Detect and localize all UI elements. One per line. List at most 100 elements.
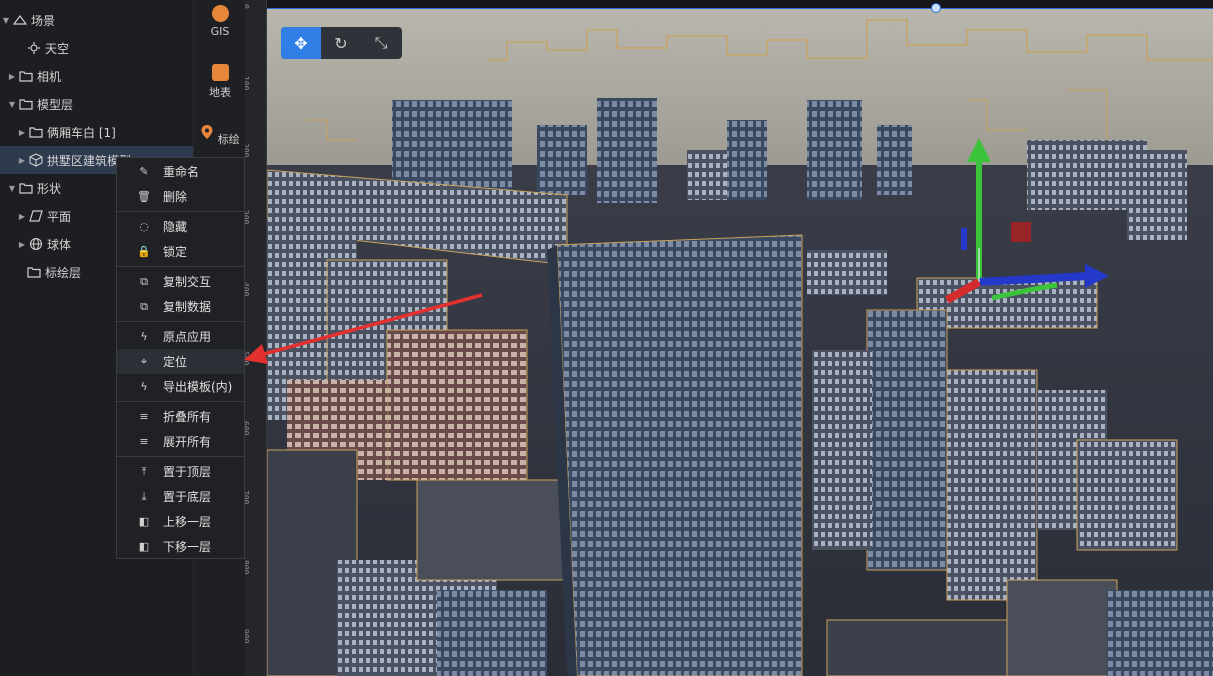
menu-item-delete[interactable]: 🗑 删除 (117, 184, 244, 209)
tree-item-label: 场景 (31, 13, 56, 28)
scene-icon (12, 12, 28, 28)
gis-tool-button[interactable]: GIS (194, 5, 246, 38)
caret-right-icon[interactable]: ▶ (6, 72, 18, 81)
plane-icon (28, 208, 44, 224)
plot-tool-button[interactable]: 标绘 (194, 124, 246, 147)
menu-item-move-down[interactable]: ◧ 下移一层 (117, 534, 244, 559)
caret-down-icon[interactable]: ▼ (0, 16, 12, 25)
tree-item-sky[interactable]: 天空 (0, 34, 193, 62)
tree-item-label: 球体 (47, 237, 72, 252)
menu-divider (117, 321, 244, 322)
caret-down-icon[interactable]: ▼ (6, 184, 18, 193)
folder-icon (18, 180, 34, 196)
tree-item-car-model[interactable]: ▶ 俩厢车白 [1] (0, 118, 193, 146)
menu-item-label: 重命名 (163, 165, 200, 179)
menu-item-rename[interactable]: ✎ 重命名 (117, 159, 244, 184)
vertical-ruler: 0 100 200 300 400 500 600 700 800 900 (245, 0, 267, 676)
menu-item-export-template[interactable]: ϟ 导出模板(内) (117, 374, 244, 399)
menu-divider (117, 211, 244, 212)
menu-item-label: 复制交互 (163, 275, 212, 289)
tree-item-label: 形状 (37, 181, 62, 196)
menu-item-label: 原点应用 (163, 330, 212, 344)
menu-item-lock[interactable]: 🔒 锁定 (117, 239, 244, 264)
plot-tool-label: 标绘 (217, 133, 240, 146)
menu-item-label: 隐藏 (163, 220, 188, 234)
layer-down-icon: ◧ (138, 540, 150, 553)
tree-item-label: 模型层 (37, 97, 74, 112)
menu-item-label: 上移一层 (163, 515, 212, 529)
lock-icon: 🔒 (137, 245, 151, 258)
tree-item-camera[interactable]: ▶ 相机 (0, 62, 193, 90)
tree-item-label: 平面 (47, 209, 72, 224)
ruler-handle[interactable] (931, 3, 941, 13)
menu-item-bring-to-top[interactable]: ⤒ 置于顶层 (117, 459, 244, 484)
menu-divider (117, 266, 244, 267)
menu-item-label: 删除 (163, 190, 188, 204)
bolt-icon: ϟ (140, 380, 148, 393)
menu-item-hide[interactable]: ◌ 隐藏 (117, 214, 244, 239)
menu-item-label: 定位 (163, 355, 188, 369)
tree-item-scene[interactable]: ▼ 场景 (0, 6, 193, 34)
tree-item-label: 相机 (37, 69, 62, 84)
trash-icon: 🗑 (137, 190, 151, 203)
caret-right-icon[interactable]: ▶ (16, 212, 28, 221)
menu-divider (117, 401, 244, 402)
cube-icon (28, 152, 44, 168)
menu-item-send-to-bottom[interactable]: ⤓ 置于底层 (117, 484, 244, 509)
edit-icon: ✎ (139, 165, 149, 178)
copy-icon: ⧉ (140, 299, 148, 313)
sky-icon (26, 40, 42, 56)
location-pin-icon: ⌖ (140, 354, 148, 368)
viewport-top-ruler (267, 0, 1213, 13)
arrow-bottom-icon: ⤓ (141, 489, 147, 503)
surface-tool-label: 地表 (209, 86, 231, 99)
transform-toolbar: ✥ ↻ ⤡ (281, 27, 402, 59)
tree-item-label: 天空 (45, 41, 70, 56)
menu-item-label: 置于底层 (163, 490, 212, 504)
gis-tool-label: GIS (210, 25, 230, 38)
folder-icon (28, 124, 44, 140)
city-scene (267, 9, 1213, 676)
gis-globe-icon (211, 5, 229, 22)
scale-icon: ⤡ (374, 33, 388, 52)
arrow-top-icon: ⤒ (141, 464, 147, 478)
move-icon: ✥ (294, 33, 308, 53)
menu-item-collapse-all[interactable]: ≡ 折叠所有 (117, 404, 244, 429)
menu-item-apply-origin[interactable]: ϟ 原点应用 (117, 324, 244, 349)
caret-right-icon[interactable]: ▶ (16, 128, 28, 137)
3d-viewport[interactable]: ✥ ↻ ⤡ (267, 0, 1213, 676)
menu-divider (117, 456, 244, 457)
list-icon: ≡ (139, 435, 149, 448)
menu-item-copy-interaction[interactable]: ⧉ 复制交互 (117, 269, 244, 294)
copy-icon: ⧉ (140, 274, 148, 288)
tree-item-label: 俩厢车白 [1] (47, 125, 116, 140)
layer-up-icon: ◧ (138, 515, 150, 528)
caret-down-icon[interactable]: ▼ (6, 100, 18, 109)
folder-icon (18, 96, 34, 112)
globe-icon (28, 236, 44, 252)
context-menu: ✎ 重命名 🗑 删除 ◌ 隐藏 🔒 锁定 ⧉ 复制交互 ⧉ 复制数据 ϟ 原点应用 ⌖ 定位 ϟ… (116, 157, 245, 559)
surface-tool-button[interactable]: 地表 (194, 64, 246, 100)
menu-item-label: 复制数据 (163, 300, 212, 314)
menu-item-label: 下移一层 (163, 540, 212, 554)
menu-item-label: 折叠所有 (163, 410, 212, 424)
rotate-tool-button[interactable]: ↻ (321, 27, 361, 59)
folder-icon (18, 68, 34, 84)
map-pin-icon (201, 125, 213, 139)
scale-tool-button[interactable]: ⤡ (361, 27, 401, 59)
menu-item-move-up[interactable]: ◧ 上移一层 (117, 509, 244, 534)
move-tool-button[interactable]: ✥ (281, 27, 321, 59)
menu-item-locate[interactable]: ⌖ 定位 (117, 349, 244, 374)
tree-item-label: 标绘层 (45, 265, 82, 280)
tree-item-model-layer[interactable]: ▼ 模型层 (0, 90, 193, 118)
bolt-icon: ϟ (140, 330, 148, 343)
menu-item-label: 导出模板(内) (163, 380, 233, 394)
menu-item-copy-data[interactable]: ⧉ 复制数据 (117, 294, 244, 319)
menu-item-label: 置于顶层 (163, 465, 212, 479)
menu-item-expand-all[interactable]: ≡ 展开所有 (117, 429, 244, 454)
folder-icon (26, 264, 42, 280)
list-icon: ≡ (139, 410, 149, 423)
caret-right-icon[interactable]: ▶ (16, 240, 28, 249)
rotate-icon: ↻ (334, 33, 348, 53)
caret-right-icon[interactable]: ▶ (16, 156, 28, 165)
